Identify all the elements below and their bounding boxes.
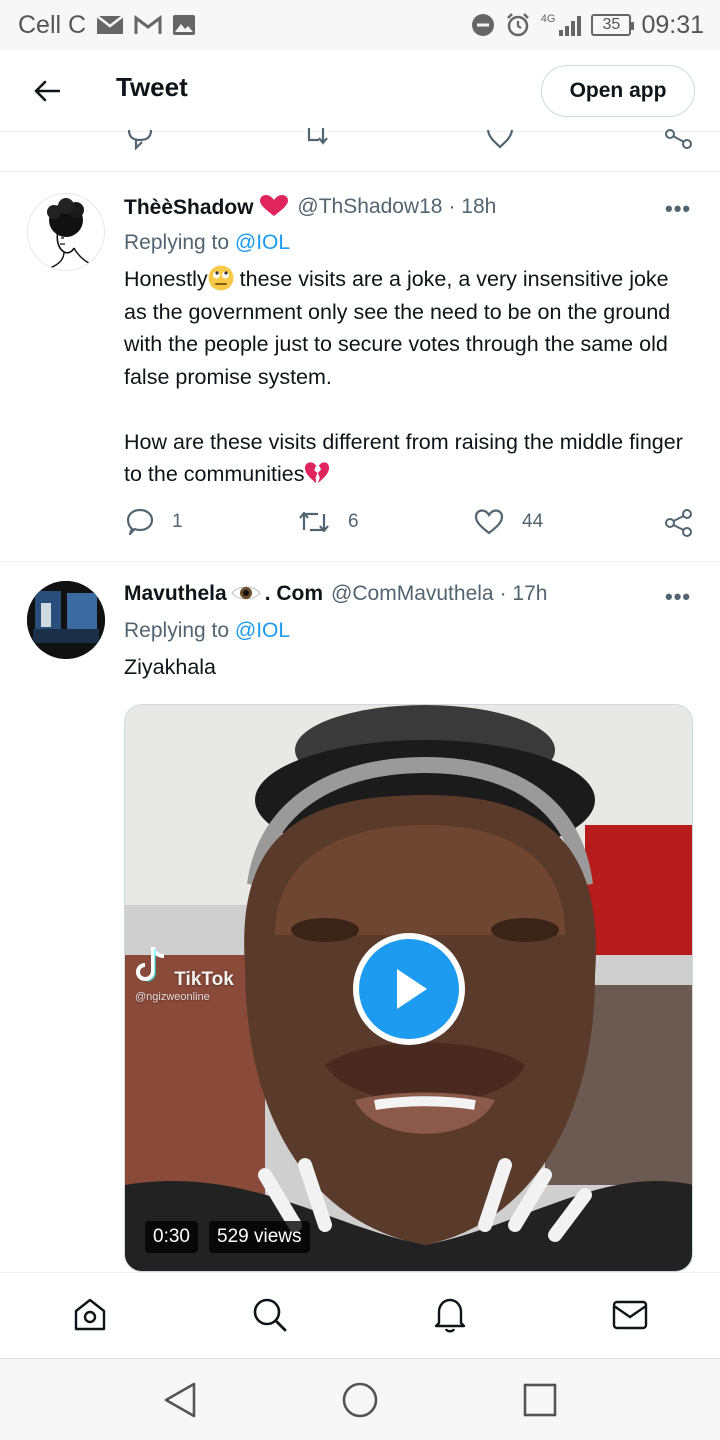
avatar[interactable] [27,581,105,659]
play-button[interactable] [353,933,465,1045]
author-name[interactable]: Mavuthela. Com [124,582,323,606]
replying-to-label: Replying to [124,231,230,254]
author-handle[interactable]: @ComMavuthela [331,582,494,606]
gmail-icon [134,14,162,36]
retweet-icon[interactable] [306,128,336,155]
heart-icon [474,509,504,535]
reply-icon[interactable] [126,128,154,155]
replying-to-handle[interactable]: @IOL [235,619,290,642]
nav-explore[interactable] [250,1295,290,1335]
broken-heart-icon [305,462,330,484]
like-button[interactable]: 44 [474,508,543,536]
nav-home[interactable] [70,1295,110,1335]
more-icon[interactable]: ••• [665,584,691,610]
retweet-count: 6 [348,511,359,532]
woman-sketch-avatar-icon [47,198,95,269]
share-button[interactable] [664,508,694,538]
triangle-back-icon [164,1382,196,1418]
status-bar: Cell C 4G 35 09:31 [0,0,720,50]
signal-icon: 4G [541,14,582,36]
reply-button[interactable]: 1 [126,508,183,536]
bottom-nav [0,1272,720,1358]
tweet-header: Mavuthela. Com @ComMavuthela · 17h [124,582,547,606]
open-app-button[interactable]: Open app [541,65,695,117]
alarm-icon [505,12,531,38]
eye-emoji-icon [231,586,261,600]
battery-icon: 35 [591,14,635,36]
video-views: 529 views [209,1221,310,1253]
tiktok-watermark: TikTok @ngizweonline [135,945,234,1003]
square-recents-icon [523,1383,557,1417]
retweet-icon [299,511,329,533]
nav-notifications[interactable] [430,1295,470,1335]
play-icon [397,969,427,1009]
avatar[interactable] [27,193,105,271]
nav-messages[interactable] [610,1295,650,1335]
bell-icon [434,1298,466,1333]
do-not-disturb-icon [471,13,495,37]
system-home-button[interactable] [339,1379,381,1421]
tweet-time: · 18h [448,195,497,218]
circle-home-icon [342,1382,378,1418]
gallery-icon [172,14,196,36]
mail-icon [612,1300,648,1330]
like-count: 44 [522,511,544,532]
video-duration: 0:30 [145,1221,198,1253]
photo-avatar-icon [27,581,105,659]
author-handle[interactable]: @ThShadow18 [297,195,442,219]
battery-level: 35 [602,16,621,33]
tweet-text: Honestly these visits are a joke, a very… [124,265,683,486]
share-icon [665,509,692,537]
system-back-button[interactable] [159,1379,201,1421]
system-recents-button[interactable] [519,1379,561,1421]
retweet-button[interactable]: 6 [298,508,359,536]
system-nav-bar [0,1358,720,1440]
carrier-label: Cell C [18,10,87,39]
search-icon [253,1298,287,1332]
reply-count: 1 [172,511,183,532]
tiktok-logo-icon [135,946,165,982]
tweet-header: ThèèShadow @ThShadow18 · 18h [124,194,496,220]
replying-to-label: Replying to [124,619,230,642]
like-icon[interactable] [486,128,514,155]
more-icon[interactable]: ••• [665,196,691,222]
share-icon[interactable] [664,128,694,157]
home-icon [74,1298,106,1331]
page-title: Tweet [116,72,188,102]
tiktok-handle: @ngizweonline [135,991,210,1003]
video-player[interactable]: TikTok @ngizweonline 0:30 529 views [124,704,693,1272]
red-heart-icon [260,195,289,216]
replying-to-handle[interactable]: @IOL [235,231,290,254]
reply-icon [126,508,154,536]
author-name[interactable]: ThèèShadow [124,194,289,220]
top-bar: Tweet Open app [0,50,720,132]
tweet-actions: 1 6 44 [0,508,720,542]
replying-to: Replying to @IOL [124,231,290,255]
tweet-time: · 17h [499,582,548,605]
previous-tweet-actions [0,128,720,172]
back-button[interactable] [30,74,64,108]
tweet-text: Ziyakhala [124,655,217,679]
clock: 09:31 [641,10,704,39]
tiktok-label: TikTok [174,969,234,990]
rolling-eyes-emoji-icon [208,265,234,291]
mail-icon [96,14,124,36]
divider [0,561,720,562]
arrow-left-icon [34,80,60,102]
replying-to: Replying to @IOL [124,619,290,643]
